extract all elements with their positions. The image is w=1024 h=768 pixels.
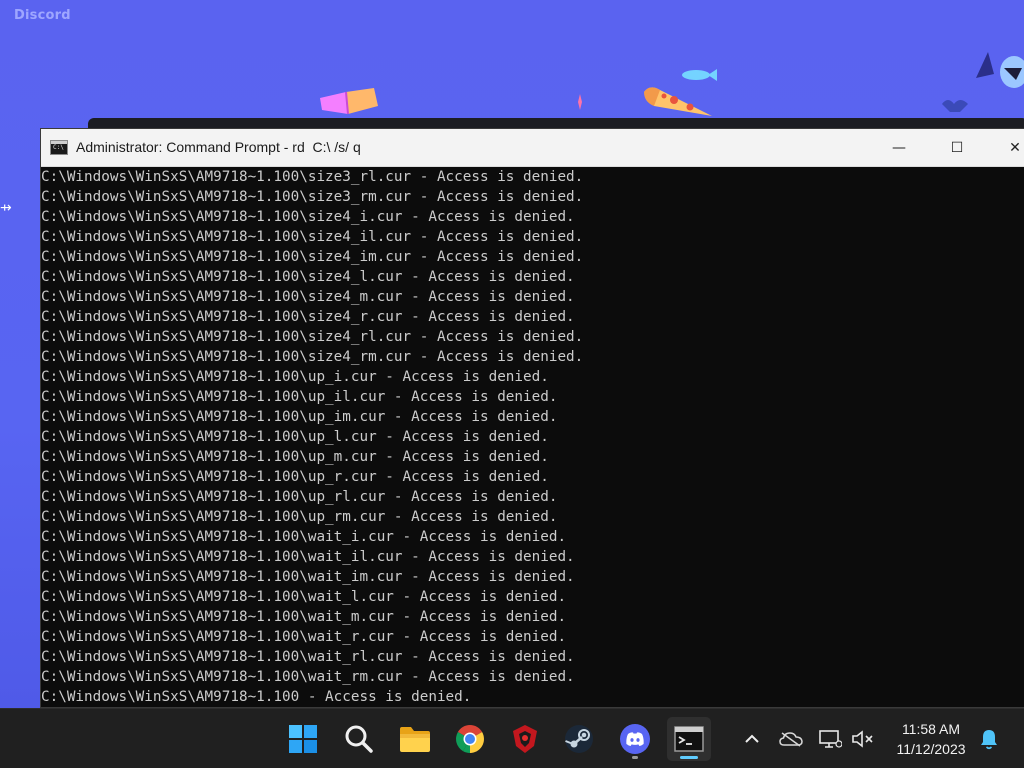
fish-illustration: [682, 69, 717, 81]
file-explorer-button[interactable]: [393, 717, 437, 761]
minimize-icon: —: [892, 139, 906, 156]
console-line: C:\Windows\WinSxS\AM9718~1.100\size4_m.c…: [41, 289, 575, 305]
network-icon: [819, 730, 842, 748]
console-line: C:\Windows\WinSxS\AM9718~1.100\size4_r.c…: [41, 309, 575, 325]
console-line: C:\Windows\WinSxS\AM9718~1.100\size3_rm.…: [41, 189, 584, 205]
console-line: C:\Windows\WinSxS\AM9718~1.100\wait_il.c…: [41, 549, 575, 565]
start-button[interactable]: [281, 717, 325, 761]
close-button[interactable]: ✕: [987, 129, 1024, 166]
console-line: C:\Windows\WinSxS\AM9718~1.100\up_r.cur …: [41, 469, 549, 485]
console-line: C:\Windows\WinSxS\AM9718~1.100\up_rl.cur…: [41, 489, 558, 505]
book-illustration: [320, 88, 378, 115]
maximize-icon: ☐: [950, 139, 964, 156]
console-line: C:\Windows\WinSxS\AM9718~1.100\wait_im.c…: [41, 569, 575, 585]
search-button[interactable]: [337, 717, 381, 761]
command-prompt-window[interactable]: C:\ Administrator: Command Prompt - rd C…: [40, 128, 1024, 708]
pizza-illustration: [644, 87, 712, 116]
running-indicator: [632, 756, 638, 759]
window-titlebar[interactable]: C:\ Administrator: Command Prompt - rd C…: [41, 129, 1024, 167]
volume-muted-icon: [852, 730, 873, 748]
creature-illustration: [976, 52, 1024, 88]
console-line: C:\Windows\WinSxS\AM9718~1.100\size4_i.c…: [41, 209, 575, 225]
clock-time: 11:58 AM: [901, 721, 961, 737]
console-line: C:\Windows\WinSxS\AM9718~1.100\wait_m.cu…: [41, 609, 567, 625]
taskbar: 11:58 AM 11/12/2023: [0, 708, 1024, 768]
folder-icon: [400, 727, 430, 752]
console-output[interactable]: C:\Windows\WinSxS\AM9718~1.100\size3_rl.…: [41, 167, 1024, 707]
minimize-button[interactable]: —: [871, 129, 927, 166]
volume-button[interactable]: [851, 727, 875, 751]
resize-cursor-icon: ⇸: [0, 200, 12, 216]
console-line: C:\Windows\WinSxS\AM9718~1.100\wait_rm.c…: [41, 669, 575, 685]
console-line: C:\Windows\WinSxS\AM9718~1.100\size4_rm.…: [41, 349, 584, 365]
notifications-button[interactable]: [977, 727, 1001, 751]
search-icon: [345, 725, 373, 753]
clock-date: 11/12/2023: [896, 741, 966, 757]
active-indicator: [680, 756, 698, 759]
console-line: C:\Windows\WinSxS\AM9718~1.100\up_im.cur…: [41, 409, 558, 425]
console-line: C:\Windows\WinSxS\AM9718~1.100\wait_r.cu…: [41, 629, 567, 645]
bell-icon: [981, 730, 997, 750]
steam-button[interactable]: [557, 717, 601, 761]
red-app-button[interactable]: [503, 717, 547, 761]
windows-logo-icon: [289, 725, 317, 753]
console-line: C:\Windows\WinSxS\AM9718~1.100\wait_rl.c…: [41, 649, 575, 665]
chevron-up-icon: [745, 734, 759, 743]
sparkle-illustration: [578, 94, 582, 110]
command-prompt-taskbar-button[interactable]: [667, 717, 711, 761]
console-line: C:\Windows\WinSxS\AM9718~1.100\size3_rl.…: [41, 169, 584, 185]
discord-icon: [620, 724, 650, 754]
console-line: C:\Windows\WinSxS\AM9718~1.100\wait_l.cu…: [41, 589, 567, 605]
chrome-button[interactable]: [448, 717, 492, 761]
console-line: C:\Windows\WinSxS\AM9718~1.100\up_rm.cur…: [41, 509, 558, 525]
discord-app-title: Discord: [14, 8, 71, 23]
console-line: C:\Windows\WinSxS\AM9718~1.100\up_l.cur …: [41, 429, 549, 445]
terminal-icon: C:\: [50, 140, 68, 155]
show-hidden-icons-button[interactable]: [740, 727, 764, 751]
discord-button[interactable]: [613, 717, 657, 761]
bird-illustration: [942, 100, 968, 112]
steam-icon: [565, 725, 593, 753]
window-title: Administrator: Command Prompt - rd C:\ /…: [76, 139, 361, 155]
maximize-button[interactable]: ☐: [929, 129, 985, 166]
console-line: C:\Windows\WinSxS\AM9718~1.100\up_i.cur …: [41, 369, 549, 385]
console-line: C:\Windows\WinSxS\AM9718~1.100\wait_i.cu…: [41, 529, 567, 545]
onedrive-button[interactable]: [779, 727, 803, 751]
terminal-icon: [674, 726, 704, 752]
chrome-icon: [456, 725, 484, 753]
red-shield-icon: [513, 725, 537, 753]
console-line: C:\Windows\WinSxS\AM9718~1.100\up_il.cur…: [41, 389, 558, 405]
console-line: C:\Windows\WinSxS\AM9718~1.100\up_m.cur …: [41, 449, 549, 465]
console-line: C:\Windows\WinSxS\AM9718~1.100 - Access …: [41, 689, 472, 705]
console-line: C:\Windows\WinSxS\AM9718~1.100\size4_l.c…: [41, 269, 575, 285]
console-line: C:\Windows\WinSxS\AM9718~1.100\size4_im.…: [41, 249, 584, 265]
network-button[interactable]: [818, 727, 842, 751]
clock[interactable]: 11:58 AM 11/12/2023: [884, 719, 978, 759]
console-line: C:\Windows\WinSxS\AM9718~1.100\size4_il.…: [41, 229, 584, 245]
onedrive-icon: [779, 732, 803, 747]
console-line: C:\Windows\WinSxS\AM9718~1.100\size4_rl.…: [41, 329, 584, 345]
close-icon: ✕: [1009, 139, 1021, 156]
